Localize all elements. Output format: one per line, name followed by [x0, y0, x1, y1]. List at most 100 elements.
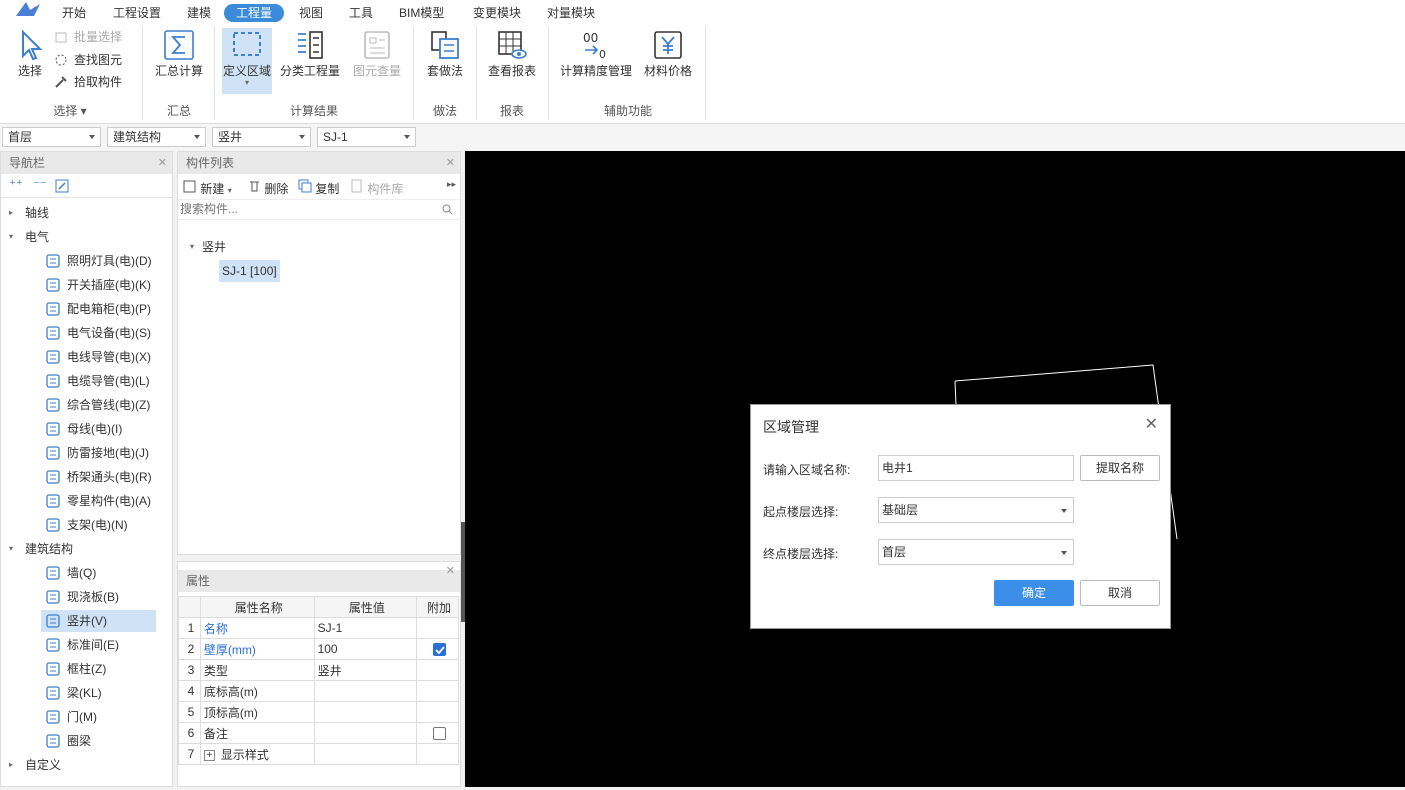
batch-select-icon — [55, 32, 67, 43]
precision-mgmt-button[interactable]: 00 0 计算精度管理 — [556, 28, 636, 88]
menu-tools[interactable]: 工具 — [347, 4, 375, 22]
menu-modeling[interactable]: 建模 — [185, 4, 213, 22]
nav-item[interactable]: 电线导管(电)(X) — [41, 346, 156, 368]
batch-select-button[interactable]: 批量选择 — [54, 27, 122, 47]
extract-name-button[interactable]: 提取名称 — [1080, 455, 1160, 481]
menu-bim-model[interactable]: BIM模型 — [397, 4, 446, 22]
table-row[interactable]: 2 壁厚(mm) 100 — [178, 638, 459, 660]
search-input[interactable] — [178, 200, 428, 218]
collapse-all-icon[interactable]: ⁻⁻ — [33, 177, 47, 193]
define-region-button[interactable]: 定义区域 ▾ — [222, 28, 272, 94]
pick-component-button[interactable]: 拾取构件 — [54, 72, 122, 92]
category-qty-button[interactable]: 分类工程量 — [279, 28, 341, 88]
table-row[interactable]: 5 顶标高(m) — [178, 701, 459, 723]
region-name-input[interactable]: 电井1 — [878, 455, 1074, 481]
table-row[interactable]: 6 备注 — [178, 722, 459, 744]
type-select[interactable]: 竖井 — [212, 127, 311, 147]
property-value[interactable]: 竖井 — [313, 659, 418, 681]
property-value[interactable] — [313, 680, 418, 702]
view-report-button[interactable]: 查看报表 — [484, 28, 540, 88]
new-button[interactable]: 新建 ▾ — [183, 179, 232, 197]
property-value[interactable]: SJ-1 — [313, 617, 418, 639]
component-select[interactable]: SJ-1 — [317, 127, 416, 147]
nav-item[interactable]: 电气设备(电)(S) — [41, 322, 156, 344]
property-name-text: 类型 — [203, 663, 228, 678]
nav-item[interactable]: 桥架通头(电)(R) — [41, 466, 156, 488]
nav-item[interactable]: 母线(电)(I) — [41, 418, 156, 440]
checkbox-checked-icon[interactable] — [432, 643, 446, 657]
nav-group[interactable]: ▸ 轴线 — [9, 202, 49, 224]
nav-item[interactable]: 开关插座(电)(K) — [41, 274, 156, 296]
table-row[interactable]: 7 + 显示样式 — [178, 743, 459, 765]
edit-icon[interactable] — [55, 179, 69, 193]
start-floor-select[interactable]: 基础层 — [878, 497, 1074, 523]
more-icon[interactable]: ▸▸ — [447, 179, 456, 190]
nav-group[interactable]: ▾ 建筑结构 — [9, 538, 73, 560]
component-item-sj1[interactable]: SJ-1 [100] — [219, 260, 280, 282]
nav-item[interactable]: 墙(Q) — [41, 562, 156, 584]
close-icon[interactable]: ✕ — [446, 560, 455, 582]
close-icon[interactable]: ✕ — [446, 152, 455, 174]
menu-start[interactable]: 开始 — [60, 4, 88, 22]
select-button[interactable]: 选择 — [10, 28, 50, 88]
pick-component-icon — [55, 76, 67, 88]
menu-project-settings[interactable]: 工程设置 — [111, 4, 163, 22]
nav-item[interactable]: 现浇板(B) — [41, 586, 156, 608]
chevron-down-icon[interactable]: ▾ — [9, 226, 13, 248]
nav-item[interactable]: 门(M) — [41, 706, 156, 728]
nav-item-label: 支架(电)(N) — [67, 518, 128, 532]
search-icon[interactable] — [442, 204, 453, 215]
floor-select[interactable]: 首层 — [2, 127, 101, 147]
row-number: 2 — [178, 638, 201, 660]
property-value[interactable] — [313, 722, 418, 744]
checkbox-unchecked-icon[interactable] — [432, 727, 446, 741]
tree-group-shaft[interactable]: ▾ 竖井 — [190, 236, 226, 258]
table-row[interactable]: 3 类型 竖井 — [178, 659, 459, 681]
menu-compare-module[interactable]: 对量模块 — [545, 4, 597, 22]
menu-view[interactable]: 视图 — [297, 4, 325, 22]
menu-change-module[interactable]: 变更模块 — [471, 4, 523, 22]
delete-button[interactable]: 删除 — [248, 179, 288, 197]
material-price-button[interactable]: 材料价格 — [642, 28, 694, 88]
element-qty-button[interactable]: 图元查量 — [348, 28, 406, 88]
cancel-button[interactable]: 取消 — [1080, 580, 1160, 606]
library-button[interactable]: 构件库 — [350, 179, 403, 197]
nav-item[interactable]: 梁(KL) — [41, 682, 156, 704]
nav-item[interactable]: 标准间(E) — [41, 634, 156, 656]
property-value[interactable] — [313, 701, 418, 723]
nav-item[interactable]: 零星构件(电)(A) — [41, 490, 156, 512]
table-row[interactable]: 1 名称 SJ-1 — [178, 617, 459, 639]
menu-quantities[interactable]: 工程量 — [224, 4, 285, 22]
nav-item[interactable]: 配电箱柜(电)(P) — [41, 298, 156, 320]
apply-method-button[interactable]: 套做法 — [422, 28, 468, 88]
nav-item[interactable]: 防雷接地(电)(J) — [41, 442, 156, 464]
nav-item[interactable]: 圈梁 — [41, 730, 156, 752]
table-row[interactable]: 4 底标高(m) — [178, 680, 459, 702]
ok-button[interactable]: 确定 — [994, 580, 1074, 606]
property-value[interactable]: 100 — [313, 638, 418, 660]
copy-button[interactable]: 复制 — [298, 179, 339, 197]
sum-calc-label: 汇总计算 — [154, 64, 203, 78]
chevron-right-icon[interactable]: ▸ — [9, 202, 13, 224]
category-select[interactable]: 建筑结构 — [107, 127, 206, 147]
expand-all-icon[interactable]: ⁺⁺ — [9, 177, 23, 193]
nav-item[interactable]: 综合管线(电)(Z) — [41, 394, 156, 416]
end-floor-select[interactable]: 首层 — [878, 539, 1074, 565]
apply-method-label: 套做法 — [426, 64, 463, 78]
nav-item[interactable]: 照明灯具(电)(D) — [41, 250, 156, 272]
nav-item[interactable]: 支架(电)(N) — [41, 514, 156, 536]
property-value[interactable] — [313, 743, 418, 765]
chevron-right-icon[interactable]: ▸ — [9, 754, 13, 776]
precision-icon: 000 — [583, 31, 606, 61]
nav-item[interactable]: 电缆导管(电)(L) — [41, 370, 156, 392]
find-element-button[interactable]: 查找图元 — [54, 50, 122, 70]
sum-calc-button[interactable]: 汇总计算 — [150, 28, 208, 88]
nav-group[interactable]: ▾ 电气 — [9, 226, 49, 248]
nav-group[interactable]: ▸ 自定义 — [9, 754, 61, 776]
close-icon[interactable]: ✕ — [1145, 414, 1158, 434]
nav-item[interactable]: 框柱(Z) — [41, 658, 156, 680]
close-icon[interactable]: ✕ — [158, 152, 167, 174]
expand-icon[interactable]: + — [203, 749, 215, 761]
nav-item[interactable]: 竖井(V) — [41, 610, 156, 632]
chevron-down-icon[interactable]: ▾ — [9, 538, 13, 560]
